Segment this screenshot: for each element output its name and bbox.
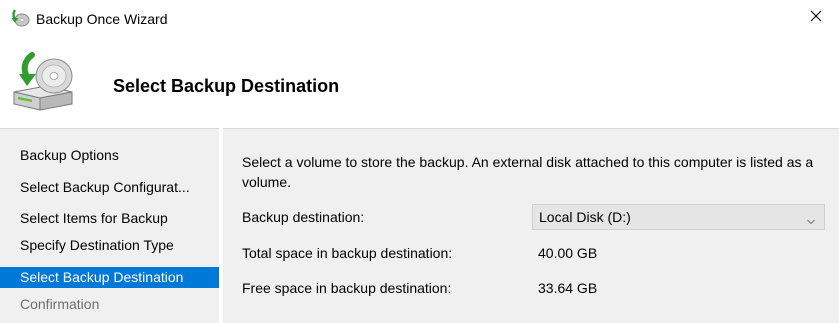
backup-destination-value: Local Disk (D:) (539, 209, 631, 225)
backup-destination-select[interactable]: Local Disk (D:) (532, 204, 825, 230)
nav-step-backup-options[interactable]: Backup Options (0, 145, 219, 166)
total-space-value: 40.00 GB (538, 245, 598, 261)
backup-wizard-icon (10, 9, 30, 27)
backup-destination-label: Backup destination: (242, 209, 365, 225)
title-bar: Backup Once Wizard (0, 0, 839, 36)
free-space-value: 33.64 GB (538, 280, 598, 296)
chevron-down-icon (806, 213, 816, 225)
nav-step-select-backup-configuration[interactable]: Select Backup Configurat... (0, 177, 219, 198)
nav-step-specify-destination-type[interactable]: Specify Destination Type (0, 235, 219, 256)
free-space-label: Free space in backup destination: (242, 280, 452, 296)
instructions-text: Select a volume to store the backup. An … (242, 154, 814, 190)
wizard-steps-nav: Backup Options Select Backup Configurat.… (0, 128, 219, 323)
nav-step-confirmation: Confirmation (20, 296, 100, 312)
content-pane: Select a volume to store the backup. An … (223, 128, 839, 323)
page-title: Select Backup Destination (113, 76, 340, 96)
wizard-header: Select Backup Destination (0, 36, 839, 128)
window-title: Backup Once Wizard (36, 11, 168, 27)
nav-step-select-backup-destination[interactable]: Select Backup Destination (0, 267, 219, 288)
total-space-label: Total space in backup destination: (242, 245, 453, 261)
disk-backup-icon (10, 52, 76, 114)
nav-step-select-items-for-backup[interactable]: Select Items for Backup (0, 208, 219, 229)
close-icon (810, 9, 822, 27)
backup-once-wizard-window: Backup Once Wizard Select Backup Destina… (0, 0, 839, 323)
close-button[interactable] (793, 0, 839, 36)
